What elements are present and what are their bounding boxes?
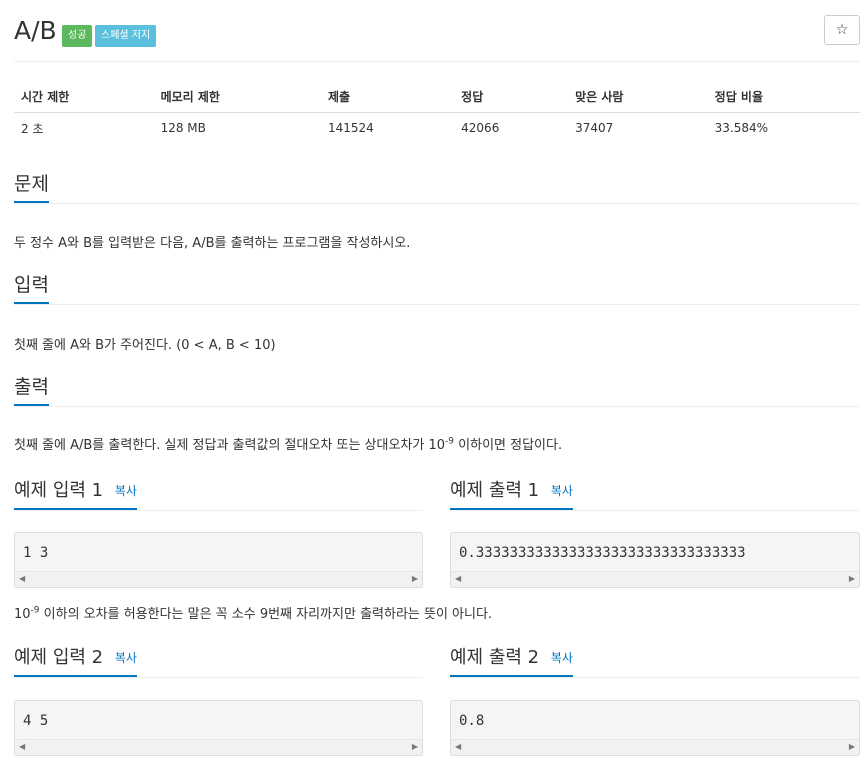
- special-judge-badge[interactable]: 스페셜 저지: [95, 25, 157, 47]
- sample-input-2-box[interactable]: 4 5 ◀ ▶: [14, 700, 423, 756]
- output-text: 첫째 줄에 A/B를 출력한다. 실제 정답과 출력값의 절대오차 또는 상대오…: [14, 434, 562, 453]
- input-section-header: 입력: [14, 269, 860, 305]
- favorite-button[interactable]: ☆: [824, 15, 860, 45]
- scroll-right-icon[interactable]: ▶: [849, 742, 855, 751]
- sample-output-1-title: 예제 출력 1: [450, 480, 540, 501]
- input-heading: 입력: [14, 269, 49, 304]
- copy-sample-input-1-button[interactable]: 복사: [115, 484, 137, 498]
- sample-input-1-box[interactable]: 1 3 ◀ ▶: [14, 532, 423, 588]
- sample-output-2-title: 예제 출력 2: [450, 647, 540, 668]
- input-text: 첫째 줄에 A와 B가 주어진다. (0 < A, B < 10): [14, 338, 276, 353]
- submissions-header: 제출: [320, 82, 455, 113]
- sample-input-2-code: 4 5: [23, 713, 49, 729]
- scroll-left-icon[interactable]: ◀: [455, 742, 461, 751]
- scroll-left-icon[interactable]: ◀: [19, 742, 25, 751]
- scroll-left-icon[interactable]: ◀: [455, 574, 461, 583]
- sample-output-1-heading: 예제 출력 1 복사: [450, 475, 573, 510]
- sample-output-2-code: 0.8: [459, 713, 485, 729]
- accepted-value: 42066: [461, 121, 500, 136]
- sample-output-2-header: 예제 출력 2 복사: [450, 642, 860, 678]
- sample-input-1-heading: 예제 입력 1 복사: [14, 475, 137, 510]
- description-text: 두 정수 A와 B를 입력받은 다음, A/B를 출력하는 프로그램을 작성하시…: [14, 236, 411, 251]
- sample-input-2-heading: 예제 입력 2 복사: [14, 642, 137, 677]
- solvers-header: 맞은 사람: [568, 82, 708, 113]
- horizontal-scrollbar[interactable]: ◀ ▶: [15, 571, 422, 587]
- submissions-value: 141524: [327, 121, 374, 136]
- output-text-after: 이하이면 정답이다.: [454, 438, 563, 453]
- scroll-right-icon[interactable]: ▶: [412, 742, 418, 751]
- success-badge: 성공: [62, 25, 93, 47]
- sample-output-1-header: 예제 출력 1 복사: [450, 475, 860, 511]
- output-text-exponent: -9: [445, 436, 455, 447]
- output-heading: 출력: [14, 371, 49, 406]
- star-icon: ☆: [835, 22, 849, 38]
- copy-sample-output-2-button[interactable]: 복사: [551, 651, 573, 665]
- scroll-right-icon[interactable]: ▶: [849, 574, 855, 583]
- output-text-before: 첫째 줄에 A/B를 출력한다. 실제 정답과 출력값의 절대오차 또는 상대오…: [14, 438, 446, 453]
- accepted-header: 정답: [454, 82, 569, 113]
- horizontal-scrollbar[interactable]: ◀ ▶: [451, 739, 859, 755]
- time-limit-header: 시간 제한: [14, 82, 154, 113]
- description-heading: 문제: [14, 168, 49, 203]
- sample-input-1-header: 예제 입력 1 복사: [14, 475, 423, 511]
- solvers-value: 37407: [575, 121, 614, 136]
- sample-output-2-heading: 예제 출력 2 복사: [450, 642, 573, 677]
- scroll-right-icon[interactable]: ▶: [412, 574, 418, 583]
- problem-header: A/B 성공 스페셜 저지 ☆: [14, 14, 860, 62]
- ratio-header: 정답 비율: [707, 82, 860, 113]
- problem-title: A/B: [14, 16, 57, 45]
- copy-sample-output-1-button[interactable]: 복사: [551, 484, 573, 498]
- time-limit-value: 2 초: [21, 121, 44, 136]
- info-value-row: 2 초 128 MB 141524 42066 37407 33.584%: [14, 112, 860, 144]
- note-text-before: 10: [14, 607, 31, 622]
- note-text-exponent: -9: [30, 605, 40, 616]
- sample-input-2-title: 예제 입력 2: [14, 647, 104, 668]
- sample-input-2-header: 예제 입력 2 복사: [14, 642, 423, 678]
- sample-output-1-code: 0.33333333333333333333333333333333: [459, 545, 746, 561]
- sample-output-2-box[interactable]: 0.8 ◀ ▶: [450, 700, 860, 756]
- memory-limit-header: 메모리 제한: [153, 82, 321, 113]
- ratio-value: 33.584%: [714, 121, 769, 136]
- sample-note-text: 10-9 이하의 오차를 허용한다는 말은 꼭 소수 9번째 자리까지만 출력하…: [14, 603, 492, 622]
- output-section-header: 출력: [14, 371, 860, 407]
- sample-input-1-title: 예제 입력 1: [14, 480, 104, 501]
- sample-output-1-box[interactable]: 0.33333333333333333333333333333333 ◀ ▶: [450, 532, 860, 588]
- problem-info-table: 시간 제한 메모리 제한 제출 정답 맞은 사람 정답 비율 2 초 128 M…: [14, 82, 860, 144]
- scroll-left-icon[interactable]: ◀: [19, 574, 25, 583]
- horizontal-scrollbar[interactable]: ◀ ▶: [15, 739, 422, 755]
- description-section-header: 문제: [14, 168, 860, 204]
- memory-limit-value: 128 MB: [160, 121, 206, 136]
- note-text-after: 이하의 오차를 허용한다는 말은 꼭 소수 9번째 자리까지만 출력하라는 뜻이…: [39, 607, 493, 622]
- sample-input-1-code: 1 3: [23, 545, 49, 561]
- horizontal-scrollbar[interactable]: ◀ ▶: [451, 571, 859, 587]
- copy-sample-input-2-button[interactable]: 복사: [115, 651, 137, 665]
- info-header-row: 시간 제한 메모리 제한 제출 정답 맞은 사람 정답 비율: [14, 82, 860, 113]
